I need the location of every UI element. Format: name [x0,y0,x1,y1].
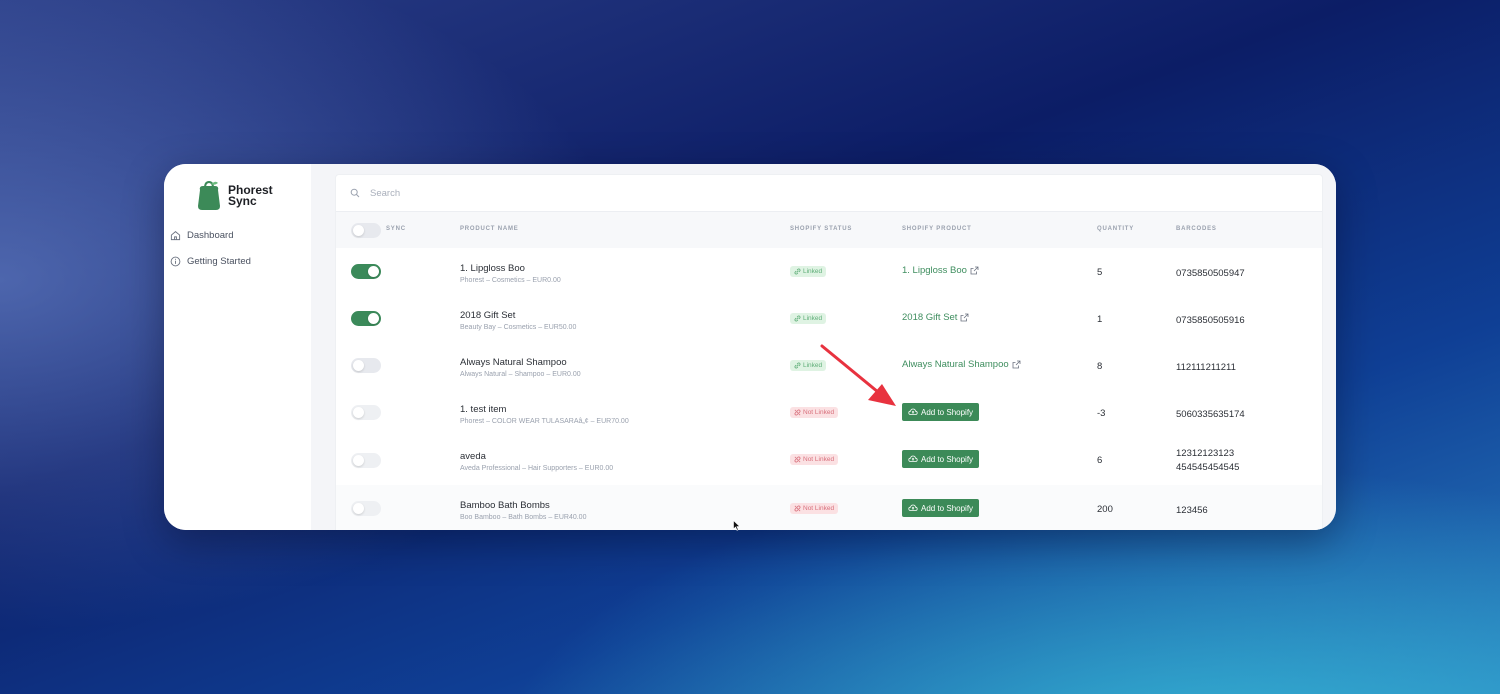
quantity: 6 [1097,455,1103,466]
header-sync: SYNC [386,226,406,232]
info-icon [170,256,181,267]
search-input[interactable] [368,186,972,200]
brand[interactable]: Phorest Sync [194,180,288,212]
barcodes: 123456 [1176,505,1208,516]
status-badge: Not Linked [790,454,839,465]
barcodes: 12312123123 454545454545 [1176,448,1240,473]
product-name: 1. test item [460,404,507,415]
barcodes: 5060335635174 [1176,409,1245,420]
status-badge: Not Linked [790,503,839,514]
shopify-product-link[interactable]: 2018 Gift Set [902,312,969,323]
link-icon [794,315,801,322]
search-bar [336,175,1322,212]
shopify-product-label: Always Natural Shampoo [902,359,1009,370]
table-row[interactable]: 1. Lipgloss Boo Phorest – Cosmetics – EU… [336,248,1322,296]
shopify-product-link[interactable]: 1. Lipgloss Boo [902,265,979,276]
sync-toggle[interactable] [351,405,381,420]
status-badge: Linked [790,266,827,277]
add-to-shopify-label: Add to Shopify [921,407,974,417]
home-icon [170,231,181,241]
add-to-shopify-button[interactable]: Add to Shopify [902,450,980,468]
header-shopify-product[interactable]: SHOPIFY PRODUCT [902,226,972,232]
sync-toggle[interactable] [351,311,381,326]
table-row[interactable]: 2018 Gift Set Beauty Bay – Cosmetics – E… [336,295,1322,343]
sync-all-toggle[interactable] [351,223,381,238]
header-quantity[interactable]: QUANTITY [1097,226,1134,232]
status-badge-label: Not Linked [803,456,835,463]
link-icon [794,268,801,275]
barcodes: 0735850505916 [1176,315,1245,326]
external-link-icon [1012,360,1021,369]
sync-toggle[interactable] [351,501,381,516]
product-meta: Always Natural – Shampoo – EUR0.00 [460,371,581,378]
product-name: aveda [460,451,486,462]
quantity: 8 [1097,361,1103,372]
product-meta: Aveda Professional – Hair Supporters – E… [460,465,614,472]
table-header: SYNC PRODUCT NAME SHOPIFY STATUS SHOPIFY… [336,212,1322,249]
external-link-icon [961,313,969,322]
sync-toggle[interactable] [351,358,381,373]
sidebar-item-label: Dashboard [187,230,234,241]
status-badge-label: Linked [803,315,823,322]
unlink-icon [794,456,801,463]
annotation-arrow-icon [820,344,896,406]
shopify-product-label: 2018 Gift Set [902,312,958,323]
quantity: -3 [1097,408,1106,419]
search-icon [350,188,360,198]
header-barcodes[interactable]: BARCODES [1176,226,1217,232]
barcodes: 0735850505947 [1176,268,1245,279]
brand-name: Phorest Sync [228,183,273,208]
app-window: Phorest Sync Dashboard Getting Started S… [164,164,1336,530]
sidebar-item-label: Getting Started [187,256,251,267]
quantity: 200 [1097,504,1113,515]
cloud-upload-icon [908,455,918,462]
phorest-logo-icon [198,180,220,210]
product-meta: Beauty Bay – Cosmetics – EUR50.00 [460,324,577,331]
link-icon [794,362,801,369]
add-to-shopify-label: Add to Shopify [921,454,974,464]
sidebar: Phorest Sync Dashboard Getting Started [164,164,312,530]
add-to-shopify-button[interactable]: Add to Shopify [902,499,980,517]
unlink-icon [794,505,801,512]
quantity: 5 [1097,267,1103,278]
shopify-product-label: 1. Lipgloss Boo [902,265,967,276]
external-link-icon [970,266,979,275]
sidebar-item-dashboard[interactable]: Dashboard [170,230,233,241]
status-badge: Linked [790,313,827,324]
table-row[interactable]: Bamboo Bath Bombs Boo Bamboo – Bath Bomb… [336,485,1322,530]
product-name: Bamboo Bath Bombs [460,500,550,511]
barcodes: 112111211211 [1176,362,1236,373]
product-name: 1. Lipgloss Boo [460,263,525,274]
product-meta: Phorest – Cosmetics – EUR0.00 [460,277,561,284]
product-name: Always Natural Shampoo [460,357,567,368]
product-meta: Boo Bamboo – Bath Bombs – EUR40.00 [460,514,587,521]
header-product-name[interactable]: PRODUCT NAME [460,226,519,232]
sidebar-item-getting-started[interactable]: Getting Started [170,256,251,267]
shopify-product-link[interactable]: Always Natural Shampoo [902,359,1021,370]
product-meta: Phorest – COLOR WEAR TULASARAâ„¢ – EUR70… [460,418,629,425]
sync-toggle[interactable] [351,453,381,468]
product-name: 2018 Gift Set [460,310,516,321]
quantity: 1 [1097,314,1103,325]
status-badge-label: Linked [803,268,823,275]
add-to-shopify-label: Add to Shopify [921,503,974,513]
header-shopify-status[interactable]: SHOPIFY STATUS [790,226,852,232]
unlink-icon [794,409,801,416]
mouse-cursor-icon [733,520,741,531]
status-badge-label: Not Linked [803,505,835,512]
cloud-upload-icon [908,504,918,511]
sync-toggle[interactable] [351,264,381,279]
add-to-shopify-button[interactable]: Add to Shopify [902,403,980,421]
table-row[interactable]: aveda Aveda Professional – Hair Supporte… [336,436,1322,486]
cloud-upload-icon [908,408,918,415]
